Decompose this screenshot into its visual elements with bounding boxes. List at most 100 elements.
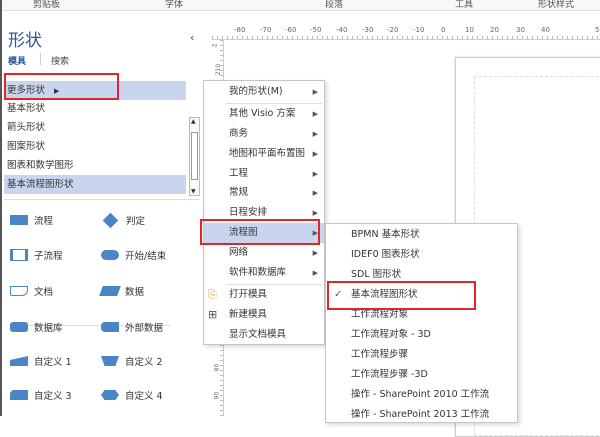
more-shapes-menu: 我的形状(M) ▶ 其他 Visio 方案 ▶ 商务 ▶ 地图和平面布置图 ▶ 工程 ▶ … [203, 80, 325, 345]
ruler-tick: -80 [234, 26, 246, 34]
document-icon [10, 286, 28, 296]
shape-subprocess[interactable]: 子流程 [10, 248, 63, 262]
menu-label: 其他 Visio 方案 [229, 108, 296, 119]
stencil-item[interactable]: 图表和数学图形 [4, 156, 186, 175]
menu-item[interactable]: 商务 ▶ [204, 124, 324, 144]
ruler-tick: 20 [490, 26, 499, 34]
menu-label: IDEF0 图表形状 [351, 249, 420, 260]
ribbon-group-labels: 剪贴板 字体 段落 工具 形状样式 [0, 0, 600, 11]
shape-decision[interactable]: 判定 [101, 212, 146, 228]
scroll-down-icon[interactable]: ▼ [191, 188, 196, 195]
grid-icon: ⊞ [208, 308, 218, 321]
collapse-panel-button[interactable]: ‹ [190, 31, 194, 44]
hexagon-icon [101, 390, 119, 400]
menu-item-my-shapes[interactable]: 我的形状(M) ▶ [204, 82, 324, 102]
menu-label: 常规 [229, 187, 249, 198]
shape-custom-3[interactable]: 自定义 3 [10, 388, 72, 402]
shape-label: 自定义 4 [125, 391, 163, 402]
menu-label: 网络 [229, 247, 249, 258]
callout-box [327, 281, 476, 310]
ruler-tick: -60 [285, 26, 297, 34]
menu-item[interactable]: 工程 ▶ [204, 164, 324, 184]
shape-start-end[interactable]: 开始/结束 [101, 248, 166, 262]
ruler-tick: 80 [213, 363, 221, 372]
chevron-right-icon: ▶ [312, 189, 318, 197]
menu-item[interactable]: 网络 ▶ [204, 243, 324, 263]
chevron-right-icon: ▶ [312, 150, 318, 158]
database-icon [10, 322, 28, 332]
shape-label: 自定义 1 [34, 357, 72, 368]
stencil-scrollbar[interactable]: ▲ ▼ [189, 117, 200, 196]
terminator-icon [101, 250, 119, 260]
menu-label: 工作流程步骤 [351, 349, 409, 360]
ruler-tick: -40 [336, 26, 348, 34]
submenu-item[interactable]: 工作流程对象 - 3D [326, 325, 517, 345]
ruler-tick: 30 [516, 26, 525, 34]
scroll-up-icon[interactable]: ▲ [191, 118, 196, 125]
divider [40, 53, 41, 65]
callout-box [4, 73, 119, 100]
shape-external-data[interactable]: 外部数据 [101, 320, 163, 334]
shape-label: 子流程 [34, 251, 63, 262]
menu-label: 我的形状(M) [229, 86, 283, 97]
shapes-panel-title: 形状 [8, 31, 42, 51]
shape-label: 自定义 3 [34, 391, 72, 402]
shape-custom-2[interactable]: 自定义 2 [101, 354, 163, 368]
stencil-item[interactable]: 基本形状 [4, 99, 186, 118]
horizontal-ruler: -80 -70 -60 -50 -40 -30 -20 -10 0 10 20 … [212, 25, 600, 40]
window-border [0, 0, 2, 416]
menu-label: 软件和数据库 [229, 267, 287, 278]
menu-label: 新建模具 [229, 309, 268, 320]
ruler-tick: -50 [310, 26, 322, 34]
ruler-tick: 2 [211, 43, 219, 48]
submenu-item[interactable]: 操作 - SharePoint 2013 工作流 [326, 405, 517, 425]
menu-item-open-stencil[interactable]: ⎘ 打开模具 [204, 285, 324, 305]
ribbon-group: 字体 [165, 0, 184, 10]
shape-database[interactable]: 数据库 [10, 320, 63, 334]
menu-item-new-stencil[interactable]: ⊞ 新建模具 [204, 305, 324, 325]
submenu-item[interactable]: 工作流程步骤 [326, 345, 517, 365]
ribbon-group: 形状样式 [538, 0, 575, 10]
tab-stencils[interactable]: 模具 [8, 54, 26, 67]
diamond-icon [102, 212, 119, 228]
menu-item[interactable]: 常规 ▶ [204, 183, 324, 203]
stencil-item[interactable]: 图案形状 [4, 137, 186, 156]
ruler-tick: -30 [362, 26, 374, 34]
shape-custom-1[interactable]: 自定义 1 [10, 354, 72, 368]
ribbon-group: 剪贴板 [33, 0, 61, 10]
stencil-item-selected[interactable]: 基本流程图形状 [4, 175, 186, 194]
chevron-right-icon: ▶ [312, 130, 318, 138]
shape-process[interactable]: 流程 [10, 213, 53, 227]
submenu-item[interactable]: 工作流程步骤 -3D [326, 365, 517, 385]
submenu-item[interactable]: 操作 - SharePoint 2010 工作流 [326, 385, 517, 405]
scroll-thumb[interactable] [191, 132, 198, 180]
submenu-item[interactable]: IDEF0 图表形状 [326, 245, 517, 265]
stencil-item[interactable]: 箭头形状 [4, 118, 186, 137]
menu-item[interactable]: 其他 Visio 方案 ▶ [204, 104, 324, 124]
menu-label: BPMN 基本形状 [351, 229, 420, 240]
menu-item[interactable]: 地图和平面布置图 ▶ [204, 144, 324, 164]
chevron-right-icon: ▶ [312, 88, 318, 96]
shape-data[interactable]: 数据 [99, 284, 144, 298]
submenu-item[interactable]: BPMN 基本形状 [326, 225, 517, 245]
parallelogram-icon [99, 286, 121, 296]
open-stencil-icon: ⎘ [208, 288, 217, 301]
ruler-tick: 40 [541, 26, 550, 34]
shape-document[interactable]: 文档 [10, 284, 53, 298]
menu-label: 显示文档模具 [229, 329, 287, 340]
shape-custom-4[interactable]: 自定义 4 [101, 388, 163, 402]
tab-search[interactable]: 搜索 [51, 54, 69, 67]
shape-label: 判定 [126, 216, 146, 227]
ruler-tick: 10 [465, 26, 474, 34]
custom-1-icon [10, 356, 28, 366]
ruler-tick: 5 [595, 26, 600, 34]
menu-label: 打开模具 [229, 289, 268, 300]
ruler-tick: -20 [387, 26, 399, 34]
chevron-right-icon: ▶ [312, 269, 318, 277]
menu-item-show-document-stencil[interactable]: 显示文档模具 [204, 325, 324, 345]
shape-label: 流程 [34, 216, 54, 227]
ruler-tick: -10 [413, 26, 425, 34]
menu-label: 工作流程对象 - 3D [351, 329, 431, 340]
shape-label: 开始/结束 [125, 251, 167, 262]
menu-item[interactable]: 软件和数据库 ▶ [204, 263, 324, 283]
